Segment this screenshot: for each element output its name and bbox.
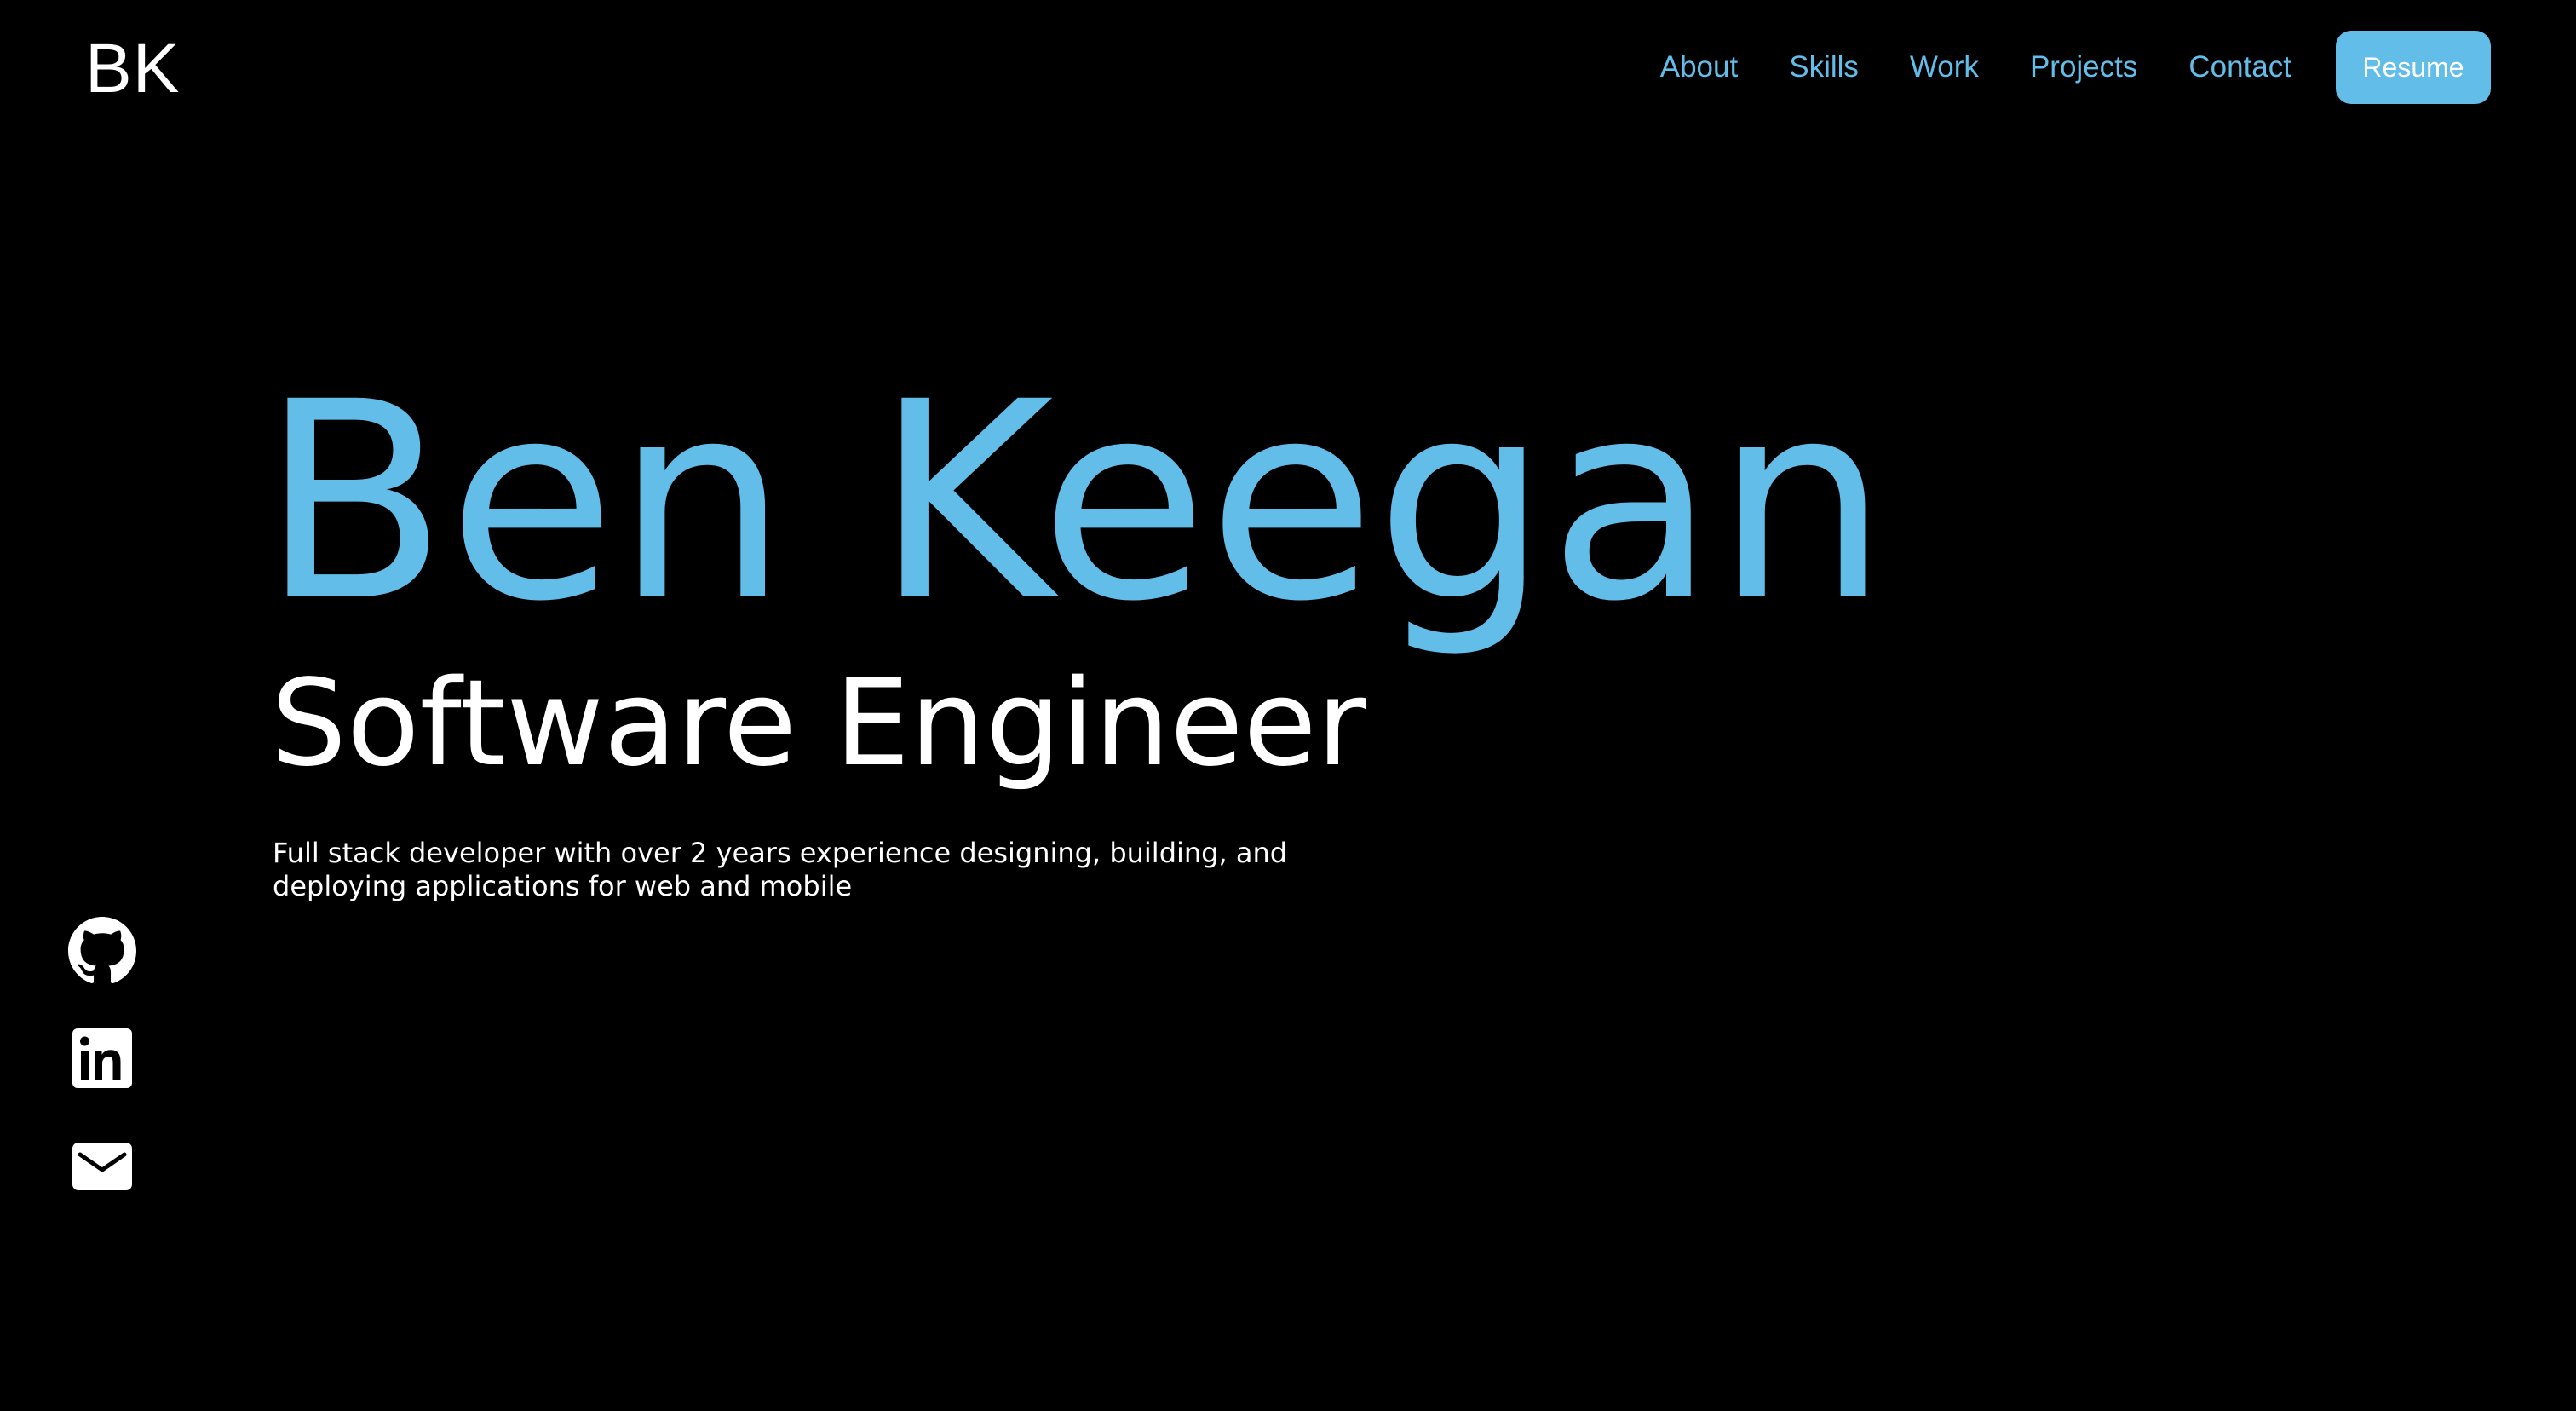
github-link[interactable] [68, 917, 136, 985]
linkedin-link[interactable] [68, 1024, 136, 1092]
email-icon [72, 1143, 132, 1190]
logo[interactable]: BK [85, 31, 180, 107]
nav-link-about[interactable]: About [1660, 50, 1738, 84]
resume-button[interactable]: Resume [2336, 31, 2491, 104]
nav-link-skills[interactable]: Skills [1789, 50, 1859, 84]
hero-title: Software Engineer [271, 654, 1366, 793]
main-nav: About Skills Work Projects Contact Resum… [1660, 31, 2491, 104]
nav-link-contact[interactable]: Contact [2188, 50, 2291, 84]
nav-link-projects[interactable]: Projects [2030, 50, 2137, 84]
linkedin-icon [72, 1028, 132, 1088]
hero-description: Full stack developer with over 2 years e… [273, 837, 1288, 902]
email-link[interactable] [68, 1132, 136, 1200]
github-icon [68, 917, 136, 984]
hero-name: Ben Keegan [261, 344, 1889, 661]
nav-link-work[interactable]: Work [1910, 50, 1979, 84]
